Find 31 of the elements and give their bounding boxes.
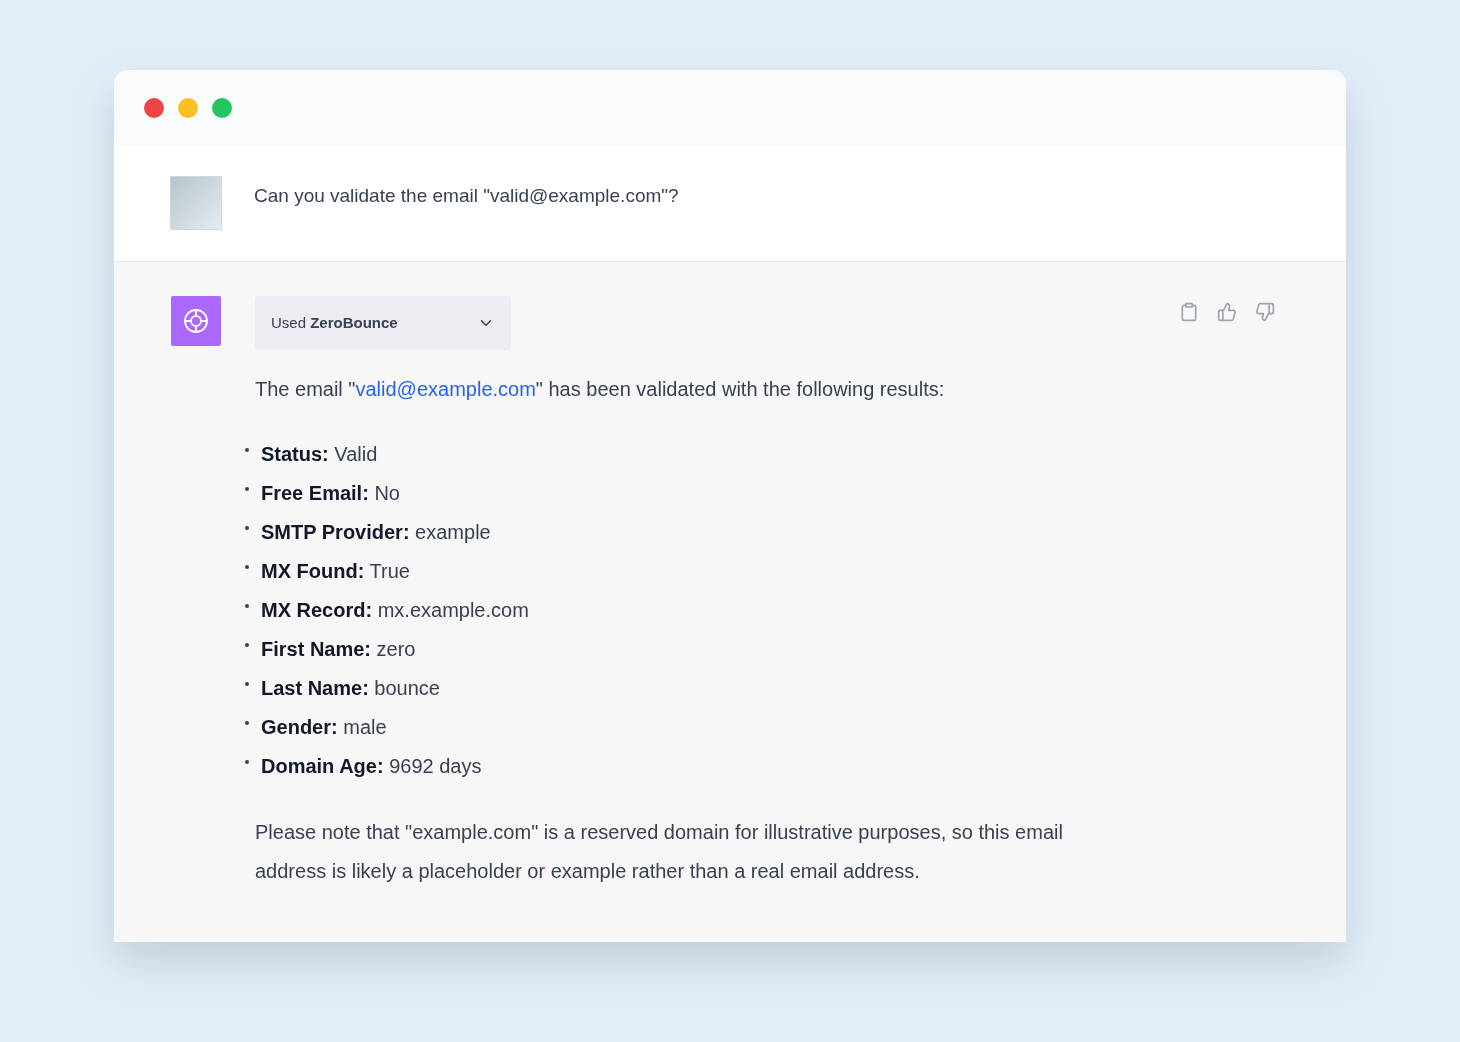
bullet-icon bbox=[245, 720, 249, 725]
result-summary: The email "valid@example.com" has been validated with the following results: bbox=[255, 377, 946, 402]
result-item: SMTP Provider: example bbox=[261, 519, 491, 545]
window-control[interactable] bbox=[212, 98, 232, 118]
plugin-dropdown[interactable]: Used ZeroBounce bbox=[255, 296, 511, 350]
bullet-icon bbox=[245, 681, 249, 686]
user-message-text: Can you validate the email "valid@example.com"? bbox=[254, 184, 679, 208]
bullet-icon bbox=[245, 642, 249, 647]
result-item: Last Name: bounce bbox=[261, 675, 440, 701]
note-paragraph: Please note that "example.com" is a reserved domain for illustrative purposes, so this email address is likely a placeholder or example rather than a real email address. bbox=[255, 820, 1064, 884]
result-item: MX Record: mx.example.com bbox=[261, 597, 529, 623]
result-item: Gender: male bbox=[261, 714, 387, 740]
assistant-logo-icon bbox=[171, 296, 221, 346]
result-item: Status: Valid bbox=[261, 441, 378, 467]
result-item: Domain Age: 9692 days bbox=[261, 753, 482, 779]
result-item: Free Email: No bbox=[261, 480, 400, 506]
email-link[interactable]: valid@example.com bbox=[355, 378, 536, 400]
bullet-icon bbox=[245, 447, 249, 452]
result-item: MX Found: True bbox=[261, 558, 410, 584]
bullet-icon bbox=[245, 603, 249, 608]
thumbs-up-icon[interactable] bbox=[1217, 302, 1237, 322]
user-avatar bbox=[170, 176, 222, 230]
bullet-icon bbox=[245, 759, 249, 764]
bullet-icon bbox=[245, 525, 249, 530]
copy-icon[interactable] bbox=[1179, 302, 1199, 322]
window-control[interactable] bbox=[178, 98, 198, 118]
bullet-icon bbox=[245, 564, 249, 569]
thumbs-down-icon[interactable] bbox=[1255, 302, 1275, 322]
window-control[interactable] bbox=[144, 98, 164, 118]
bullet-icon bbox=[245, 486, 249, 491]
result-item: First Name: zero bbox=[261, 636, 416, 662]
